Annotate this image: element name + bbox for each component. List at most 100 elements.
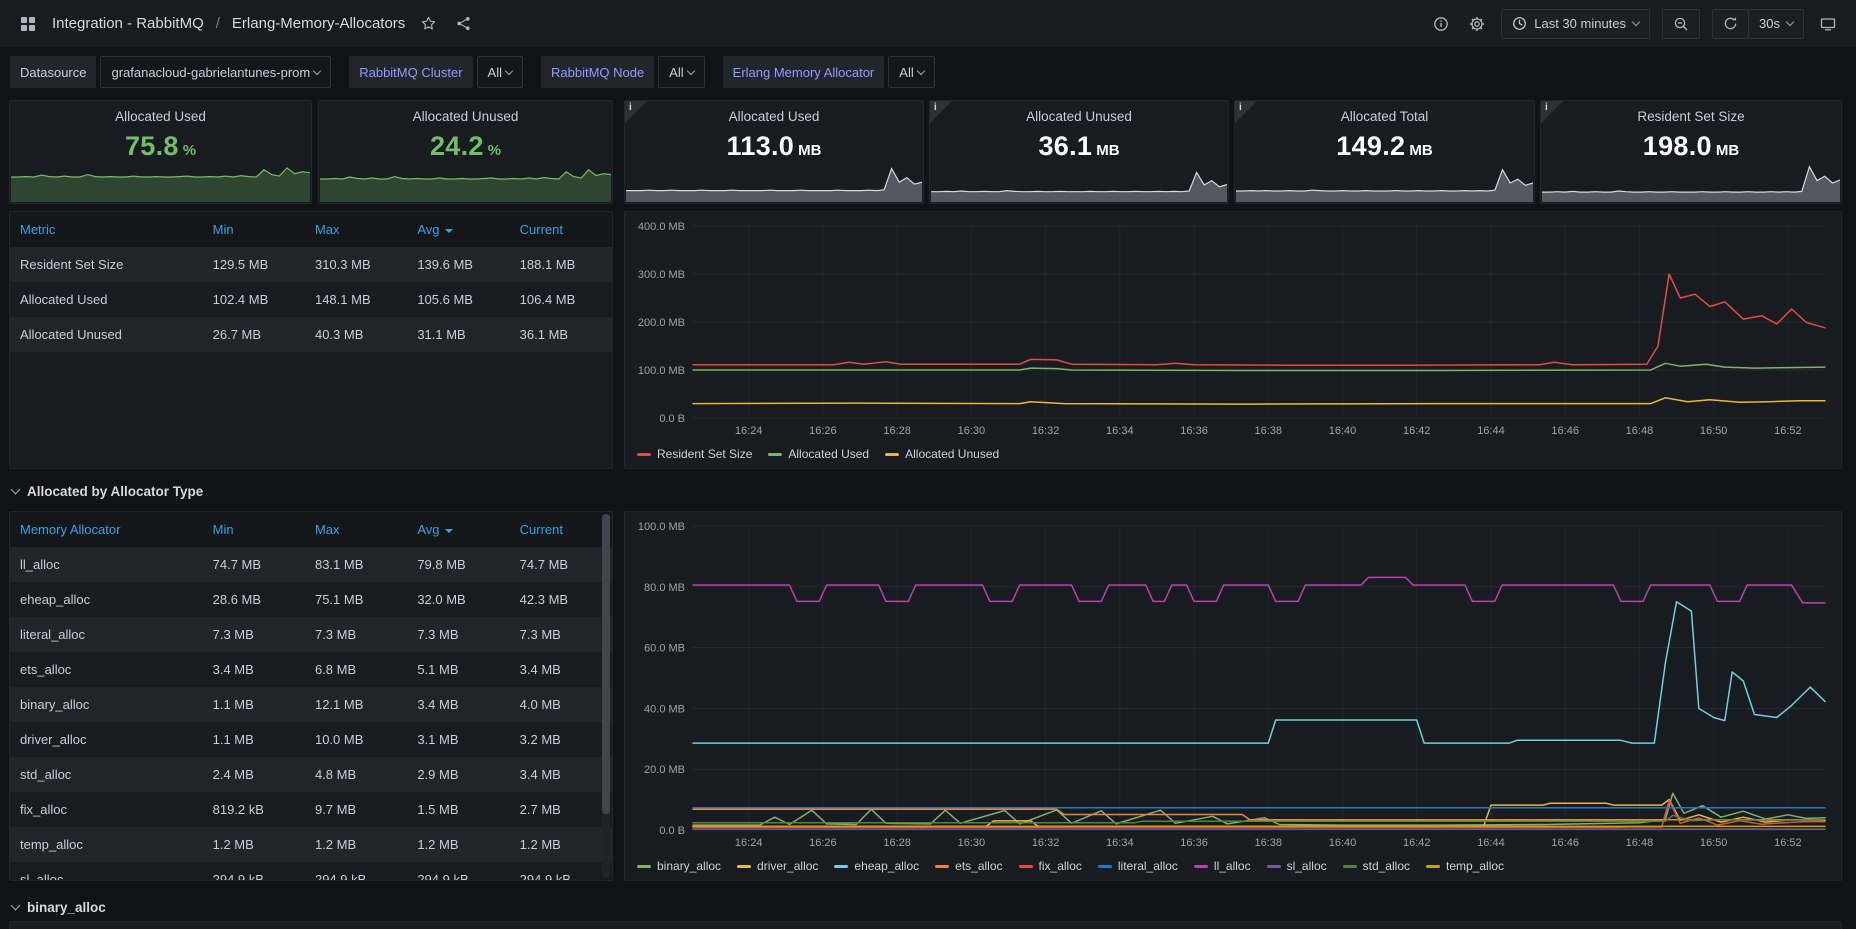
sparkline — [1542, 164, 1840, 202]
tv-mode-icon[interactable] — [1816, 12, 1840, 36]
legend-item-binary-alloc[interactable]: binary_alloc — [637, 859, 721, 873]
time-range-picker[interactable]: Last 30 minutes — [1501, 9, 1650, 39]
zoom-out-button[interactable] — [1662, 9, 1700, 39]
table-cell: 1.1 MB — [203, 722, 305, 757]
column-header-avg[interactable]: Avg — [407, 212, 509, 247]
allocators-chart-plot[interactable]: 16:2416:2616:2816:3016:3216:3416:3616:38… — [631, 518, 1831, 850]
table-row: driver_alloc1.1 MB10.0 MB3.1 MB3.2 MB — [10, 722, 612, 757]
table-cell: 3.4 MB — [510, 652, 612, 687]
table-cell: 2.7 MB — [510, 792, 612, 827]
column-header-min[interactable]: Min — [203, 212, 305, 247]
star-icon[interactable] — [417, 12, 440, 35]
variable-select-rabbitmq-cluster[interactable]: All — [477, 56, 523, 88]
panel-info-icon[interactable]: i — [930, 101, 952, 123]
stat-panel-allocated-used-percent: i Allocated Used 75.8% — [9, 100, 312, 204]
legend-item-eheap-alloc[interactable]: eheap_alloc — [834, 859, 919, 873]
svg-text:100.0 MB: 100.0 MB — [638, 521, 685, 533]
table-cell: 1.2 MB — [305, 827, 407, 862]
table-row: literal_alloc7.3 MB7.3 MB7.3 MB7.3 MB — [10, 617, 612, 652]
column-header-current[interactable]: Current — [510, 512, 612, 547]
column-header-memory-allocator[interactable]: Memory Allocator — [10, 512, 203, 547]
variable-value: All — [899, 65, 913, 80]
row-header-binary-alloc[interactable]: binary_alloc — [12, 896, 106, 918]
breadcrumb-folder[interactable]: Integration - RabbitMQ — [52, 15, 204, 32]
table-cell: literal_alloc — [10, 617, 203, 652]
variable-select-rabbitmq-node[interactable]: All — [658, 56, 704, 88]
memory-chart-plot[interactable]: 16:2416:2616:2816:3016:3216:3416:3616:38… — [631, 218, 1831, 438]
svg-text:16:52: 16:52 — [1774, 425, 1802, 437]
table-cell: fix_alloc — [10, 792, 203, 827]
panel-title: Allocated Used — [625, 109, 923, 124]
table-cell: 3.4 MB — [510, 757, 612, 792]
table-cell: 4.0 MB — [510, 687, 612, 722]
table-cell: 1.2 MB — [510, 827, 612, 862]
panel-info-icon[interactable]: i — [1541, 101, 1563, 123]
panel-info-icon[interactable]: i — [1235, 101, 1257, 123]
column-header-current[interactable]: Current — [510, 212, 612, 247]
svg-text:16:30: 16:30 — [958, 425, 986, 437]
table-cell: 294.9 kB — [510, 862, 612, 881]
legend-item-sl-alloc[interactable]: sl_alloc — [1267, 859, 1327, 873]
panel-info-icon[interactable]: i — [625, 101, 647, 123]
legend-item-temp-alloc[interactable]: temp_alloc — [1426, 859, 1504, 873]
breadcrumb-dashboard[interactable]: Erlang-Memory-Allocators — [232, 15, 405, 32]
legend-label: Allocated Used — [788, 447, 869, 461]
column-header-avg[interactable]: Avg — [407, 512, 509, 547]
settings-gear-icon[interactable] — [1465, 12, 1489, 36]
column-header-max[interactable]: Max — [305, 512, 407, 547]
table-cell: driver_alloc — [10, 722, 203, 757]
allocators-table: Memory AllocatorMinMaxAvgCurrentll_alloc… — [10, 512, 612, 881]
refresh-interval-picker[interactable]: 30s — [1749, 9, 1804, 39]
stat-panel-allocated-used-mb: i Allocated Used 113.0MB — [624, 100, 924, 204]
legend-item-fix-alloc[interactable]: fix_alloc — [1019, 859, 1082, 873]
legend-item-driver-alloc[interactable]: driver_alloc — [737, 859, 818, 873]
variable-select-erlang-memory-allocator[interactable]: All — [888, 56, 934, 88]
table-cell: 310.3 MB — [305, 247, 407, 282]
legend-label: literal_alloc — [1118, 859, 1178, 873]
dashboard-insights-icon[interactable] — [1429, 12, 1453, 36]
column-header-min[interactable]: Min — [203, 512, 305, 547]
stat-value: 198.0 — [1643, 131, 1712, 161]
sparkline — [11, 154, 310, 202]
variable-label-rabbitmq-cluster: RabbitMQ Cluster — [349, 56, 472, 88]
column-header-metric[interactable]: Metric — [10, 212, 203, 247]
column-header-max[interactable]: Max — [305, 212, 407, 247]
svg-text:16:28: 16:28 — [883, 837, 911, 849]
chevron-down-icon — [1786, 18, 1794, 26]
summary-table: MetricMinMaxAvgCurrentResident Set Size1… — [10, 212, 612, 352]
legend-swatch — [768, 453, 782, 456]
table-row: Allocated Used102.4 MB148.1 MB105.6 MB10… — [10, 282, 612, 317]
sort-caret-icon — [445, 529, 453, 533]
legend-item-literal-alloc[interactable]: literal_alloc — [1098, 859, 1178, 873]
chevron-down-icon — [1632, 18, 1640, 26]
legend-item-ll-alloc[interactable]: ll_alloc — [1194, 859, 1251, 873]
stat-value: 113.0 — [727, 131, 795, 161]
table-row: Resident Set Size129.5 MB310.3 MB139.6 M… — [10, 247, 612, 282]
table-cell: 32.0 MB — [407, 582, 509, 617]
legend-item-allocated-unused[interactable]: Allocated Unused — [885, 447, 999, 461]
table-scrollbar[interactable] — [602, 514, 610, 878]
legend-label: ll_alloc — [1214, 859, 1251, 873]
share-icon[interactable] — [452, 12, 475, 35]
variable-select-datasource[interactable]: grafanacloud-gabrielantunes-prom — [100, 56, 331, 88]
scrollbar-thumb[interactable] — [602, 514, 610, 814]
stat-value: 149.2 — [1336, 131, 1405, 161]
refresh-icon — [1723, 16, 1738, 31]
legend-item-resident-set-size[interactable]: Resident Set Size — [637, 447, 752, 461]
refresh-button[interactable] — [1712, 9, 1749, 39]
stat-unit: MB — [1409, 142, 1432, 159]
table-cell: 6.8 MB — [305, 652, 407, 687]
table-cell: 105.6 MB — [407, 282, 509, 317]
row-header-allocated-by-allocator-type[interactable]: Allocated by Allocator Type — [12, 480, 203, 502]
table-cell: 139.6 MB — [407, 247, 509, 282]
stat-unit: MB — [1096, 142, 1119, 159]
table-cell: temp_alloc — [10, 827, 203, 862]
apps-grid-icon[interactable] — [16, 12, 40, 36]
memory-timeseries-panel: 16:2416:2616:2816:3016:3216:3416:3616:38… — [624, 211, 1842, 469]
table-cell: 1.1 MB — [203, 687, 305, 722]
svg-text:100.0 MB: 100.0 MB — [638, 365, 685, 377]
legend-item-allocated-used[interactable]: Allocated Used — [768, 447, 869, 461]
legend-item-std-alloc[interactable]: std_alloc — [1343, 859, 1410, 873]
stat-value-row: 198.0MB — [1541, 131, 1841, 162]
legend-item-ets-alloc[interactable]: ets_alloc — [935, 859, 1002, 873]
